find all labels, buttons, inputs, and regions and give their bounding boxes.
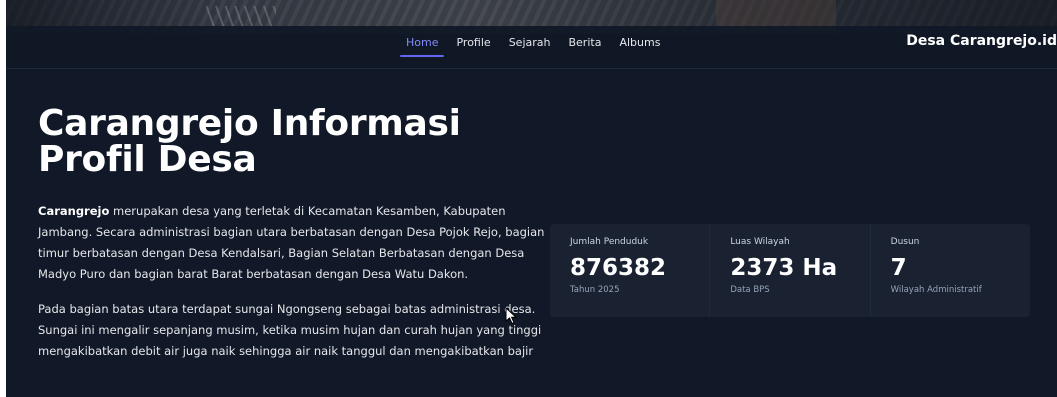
page-title-line-1: Carangrejo Informasi [38, 103, 461, 144]
stat-label: Dusun [890, 237, 920, 247]
stats-card: Jumlah Penduduk 876382 Tahun 2025 Luas W… [550, 224, 1030, 317]
stat-label: Jumlah Penduduk [570, 237, 649, 247]
description-paragraph-2: Pada bagian batas utara terdapat sungai … [38, 302, 542, 358]
stat-population: Jumlah Penduduk 876382 Tahun 2025 [550, 224, 709, 317]
page-title: Carangrejo Informasi Profil Desa [38, 106, 461, 178]
site-brand[interactable]: Desa Carangrejo.id [906, 33, 1057, 49]
stat-dusun: Dusun 7 Wilayah Administratif [869, 224, 1030, 317]
nav-link-profile[interactable]: Profile [448, 32, 498, 55]
stat-note: Data BPS [730, 285, 770, 295]
stat-note: Tahun 2025 [570, 285, 620, 295]
nav-link-sejarah[interactable]: Sejarah [501, 32, 559, 55]
nav-link-home[interactable]: Home [398, 32, 446, 57]
mouse-cursor-icon [505, 306, 518, 325]
village-description: Carangrejo merupakan desa yang terletak … [38, 201, 558, 376]
stat-value: 2373 Ha [730, 255, 838, 281]
stat-label: Luas Wilayah [730, 237, 790, 247]
page-title-line-2: Profil Desa [38, 139, 257, 180]
page-frame: Home Profile Sejarah Berita Albums Desa … [6, 0, 1057, 397]
stat-area: Luas Wilayah 2373 Ha Data BPS [709, 224, 869, 317]
village-name: Carangrejo [38, 204, 110, 218]
description-paragraph-1-text: merupakan desa yang terletak di Kecamata… [38, 204, 545, 281]
stat-value: 7 [890, 255, 907, 281]
nav-link-albums[interactable]: Albums [611, 32, 668, 55]
nav-link-berita[interactable]: Berita [560, 32, 609, 55]
stat-note: Wilayah Administratif [890, 285, 982, 295]
nav-links: Home Profile Sejarah Berita Albums [398, 32, 670, 57]
navbar: Home Profile Sejarah Berita Albums Desa … [6, 26, 1057, 69]
stat-value: 876382 [570, 255, 667, 281]
description-paragraph-1: Carangrejo merupakan desa yang terletak … [38, 201, 558, 285]
